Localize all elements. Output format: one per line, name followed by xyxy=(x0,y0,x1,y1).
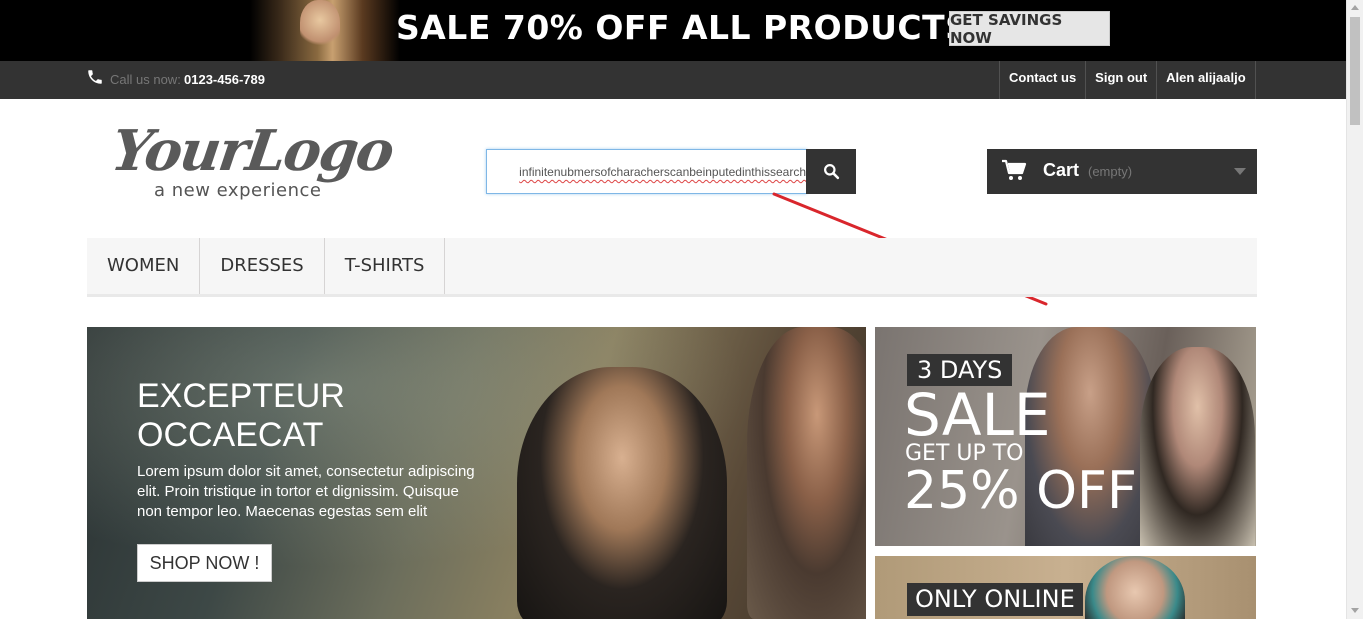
hero-photo-man xyxy=(747,327,866,619)
promo-online-badge: ONLY ONLINE xyxy=(907,583,1083,616)
shop-now-button[interactable]: SHOP NOW ! xyxy=(137,544,272,582)
promo-sale-headline: SALE xyxy=(904,381,1051,449)
site-logo[interactable]: YourLogo a new experience xyxy=(107,118,402,208)
main-menu: WOMEN DRESSES T-SHIRTS xyxy=(87,238,1257,297)
menu-item-dresses[interactable]: DRESSES xyxy=(200,238,325,294)
contact-us-link[interactable]: Contact us xyxy=(999,61,1085,99)
chevron-down-icon xyxy=(1234,168,1246,175)
hero-slide[interactable]: EXCEPTEUR OCCAECAT Lorem ipsum dolor sit… xyxy=(87,327,866,619)
hero-title: EXCEPTEUR OCCAECAT xyxy=(137,377,345,454)
sign-out-link[interactable]: Sign out xyxy=(1085,61,1156,99)
logo-script: YourLogo xyxy=(107,118,397,184)
banner-headline: SALE 70% OFF ALL PRODUCTS xyxy=(396,8,970,47)
search-input[interactable]: infinitenubmersofcharacherscanbeinputedi… xyxy=(486,149,807,194)
menu-item-tshirts[interactable]: T-SHIRTS xyxy=(325,238,446,294)
cart-status: (empty) xyxy=(1088,164,1133,179)
scroll-down-arrow-icon[interactable] xyxy=(1351,608,1359,613)
search-icon xyxy=(823,164,839,180)
cart-dropdown[interactable]: Cart (empty) xyxy=(987,149,1257,194)
scroll-up-arrow-icon[interactable] xyxy=(1351,5,1359,10)
call-us-label: Call us now: xyxy=(110,72,181,87)
cart-icon xyxy=(1002,159,1027,180)
promo-online-banner[interactable]: ONLY ONLINE xyxy=(875,556,1256,619)
phone-icon xyxy=(88,70,102,84)
search-button[interactable] xyxy=(806,149,856,194)
top-promo-banner[interactable]: SALE 70% OFF ALL PRODUCTS GET SAVINGS NO… xyxy=(0,0,1346,61)
promo-sale-discount: 25% OFF xyxy=(904,461,1137,521)
logo-tagline: a new experience xyxy=(154,180,322,201)
menu-item-women[interactable]: WOMEN xyxy=(87,238,201,294)
cart-label: Cart xyxy=(1043,160,1080,180)
promo-sale-banner[interactable]: 3 DAYS SALE GET UP TO 25% OFF xyxy=(875,327,1256,546)
top-navbar: Call us now: 0123-456-789 Contact us Sig… xyxy=(0,61,1346,99)
phone-number: 0123-456-789 xyxy=(184,72,265,87)
promo-photo-model xyxy=(1085,556,1185,619)
get-savings-button[interactable]: GET SAVINGS NOW xyxy=(949,11,1110,47)
account-link[interactable]: Alen alijaaljo xyxy=(1156,61,1256,99)
hero-photo-woman xyxy=(517,367,727,619)
page-scrollbar[interactable] xyxy=(1346,0,1363,619)
promo-photo-woman xyxy=(1140,347,1255,546)
hero-description: Lorem ipsum dolor sit amet, consectetur … xyxy=(137,463,475,520)
scroll-thumb[interactable] xyxy=(1350,17,1360,125)
banner-model-face xyxy=(300,0,340,50)
search-input-value: infinitenubmersofcharacherscanbeinputedi… xyxy=(519,165,806,179)
user-links: Contact us Sign out Alen alijaaljo xyxy=(999,61,1256,99)
